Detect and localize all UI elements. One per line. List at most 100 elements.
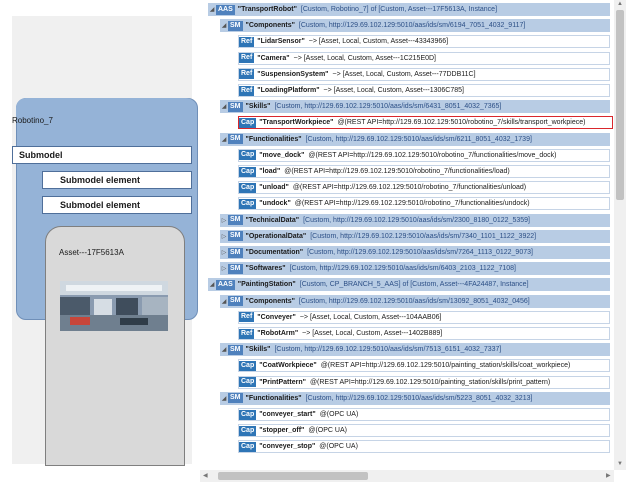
reference-row[interactable]: Ref "Conveyer" ~> [Asset, Local, Custom, A…	[238, 310, 610, 324]
reference-row[interactable]: Ref "LoadingPlatform" ~> [Asset, Local, Cu…	[238, 84, 610, 97]
element-name: "SuspensionSystem"	[257, 70, 329, 78]
ref-badge: Ref	[239, 36, 255, 47]
aas-tree-view[interactable]: ◢ AAS "TransportRobot" [Custom, Robotino_7]…	[200, 0, 614, 468]
element-name: "LidarSensor"	[257, 38, 305, 46]
element-name: "Skills"	[245, 346, 271, 354]
asset-label: Asset---17F5613A	[59, 248, 124, 257]
collapse-arrow-icon[interactable]: ◢	[220, 298, 228, 305]
expand-arrow-icon[interactable]: ▷	[220, 233, 228, 240]
collapse-arrow-icon[interactable]: ◢	[208, 281, 216, 288]
expand-arrow-icon[interactable]: ▷	[220, 249, 228, 256]
collapse-arrow-icon[interactable]: ◢	[220, 395, 228, 402]
capability-row[interactable]: Cap "stopper_off" @(OPC UA)	[238, 424, 610, 438]
capability-row[interactable]: Cap "CoatWorkpiece" @(REST API=http://129.…	[238, 359, 610, 373]
ref-badge: Ref	[239, 53, 255, 64]
reference-row[interactable]: Ref "Camera" ~> [Asset, Local, Custom, Ass…	[238, 51, 610, 65]
submodel-row[interactable]: ◢ SM "Functionalities" [Custom, http://129.…	[220, 132, 610, 146]
expand-arrow-icon[interactable]: ▷	[220, 265, 228, 272]
asset-photo	[60, 281, 168, 331]
cap-badge: Cap	[239, 377, 257, 388]
submodel-row[interactable]: ▷ SM "OperationalData" [Custom, http://129.…	[220, 229, 610, 243]
aas-badge: AAS	[216, 279, 235, 290]
collapse-arrow-icon[interactable]: ◢	[220, 346, 228, 353]
cap-badge: Cap	[239, 117, 257, 128]
element-name: "Documentation"	[245, 249, 304, 256]
element-details: ~> [Asset, Local, Custom, Asset---1402B8…	[302, 330, 443, 337]
element-details: [Custom, http://129.69.102.129:5010/aas/…	[307, 249, 533, 256]
element-details: [Custom, http://129.69.102.129:5010/aas/…	[305, 394, 533, 402]
capability-row[interactable]: Cap "TransportWorkpiece" @(REST API=http:/…	[238, 116, 613, 130]
element-name: "conveyer_start"	[259, 411, 316, 418]
aas-label: Robotino_7	[12, 116, 53, 125]
aas-row[interactable]: ◢ AAS "TransportRobot" [Custom, Robotino_7]…	[208, 3, 610, 16]
submodel-row[interactable]: ◢ SM "Skills" [Custom, http://129.69.102.12…	[220, 100, 610, 114]
aas-schematic-panel: Robotino_7 Submodel Submodel element Sub…	[12, 16, 198, 466]
element-details: @(REST API=http://129.69.102.129:5010/ro…	[337, 119, 586, 127]
horizontal-scroll-thumb[interactable]	[218, 472, 368, 480]
submodel-element-box-1: Submodel element	[42, 171, 192, 189]
element-details: [Custom, http://129.69.102.129:5010/aas/…	[303, 216, 530, 224]
submodel-row[interactable]: ▷ SM "Documentation" [Custom, http://129.69…	[220, 246, 610, 259]
reference-row[interactable]: Ref "RobotArm" ~> [Asset, Local, Custom, A…	[238, 327, 610, 340]
element-details: @(OPC UA)	[319, 411, 359, 418]
element-name: "TechnicalData"	[245, 216, 300, 224]
element-name: "CoatWorkpiece"	[259, 362, 317, 370]
collapse-arrow-icon[interactable]: ◢	[220, 22, 228, 29]
element-details: @(REST API=http://129.69.102.129:5010/ro…	[308, 151, 557, 159]
element-details: ~> [Asset, Local, Custom, Asset---1306C7…	[323, 87, 464, 94]
capability-row[interactable]: Cap "move_dock" @(REST API=http://129.69.1…	[238, 148, 610, 162]
reference-row[interactable]: Ref "SuspensionSystem" ~> [Asset, Local, C…	[238, 67, 610, 81]
cap-badge: Cap	[239, 409, 257, 420]
capability-row[interactable]: Cap "unload" @(REST API=http://129.69.102.…	[238, 181, 610, 195]
vertical-scroll-thumb[interactable]	[616, 10, 624, 200]
submodel-row[interactable]: ▷ SM "TechnicalData" [Custom, http://129.69…	[220, 213, 610, 227]
scroll-left-arrow-icon[interactable]: ◀	[203, 472, 208, 479]
sm-badge: SM	[228, 393, 243, 404]
element-details: [Custom, http://129.69.102.129:5010/aas/…	[305, 135, 532, 143]
element-name: "stopper_off"	[259, 427, 305, 435]
submodel-row[interactable]: ◢ SM "Components" [Custom, http://129.69.10…	[220, 294, 610, 308]
capability-row[interactable]: Cap "conveyer_stop" @(OPC UA)	[238, 440, 610, 454]
collapse-arrow-icon[interactable]: ◢	[208, 6, 216, 13]
element-name: "conveyer_stop"	[259, 443, 316, 451]
element-details: @(REST API=http://129.69.102.129:5010/ro…	[294, 200, 530, 208]
collapse-arrow-icon[interactable]: ◢	[220, 103, 228, 110]
capability-row[interactable]: Cap "conveyer_start" @(OPC UA)	[238, 408, 610, 421]
capability-row[interactable]: Cap "PrintPattern" @(REST API=http://129.6…	[238, 375, 610, 389]
asset-shape	[45, 226, 185, 466]
scroll-down-arrow-icon[interactable]: ▼	[617, 461, 623, 467]
sm-badge: SM	[228, 296, 243, 307]
cap-badge: Cap	[239, 182, 257, 193]
element-name: "PaintingStation"	[237, 281, 296, 289]
sm-badge: SM	[228, 215, 243, 226]
element-name: "TransportWorkpiece"	[259, 119, 334, 127]
submodel-row[interactable]: ◢ SM "Components" [Custom, http://129.69.10…	[220, 19, 610, 33]
capability-row[interactable]: Cap "load" @(REST API=http://129.69.102.12…	[238, 165, 610, 178]
sm-badge: SM	[228, 263, 243, 274]
capability-row[interactable]: Cap "undock" @(REST API=http://129.69.102.…	[238, 197, 610, 211]
submodel-row[interactable]: ◢ SM "Skills" [Custom, http://129.69.102.12…	[220, 343, 610, 357]
collapse-arrow-icon[interactable]: ◢	[220, 136, 228, 143]
element-details: @(OPC UA)	[319, 443, 358, 451]
expand-arrow-icon[interactable]: ▷	[220, 217, 228, 224]
aas-row[interactable]: ◢ AAS "PaintingStation" [Custom, CP_BRANCH_…	[208, 278, 610, 292]
element-name: "Functionalities"	[245, 394, 302, 402]
submodel-row[interactable]: ▷ SM "Softwares" [Custom, http://129.69.102…	[220, 262, 610, 276]
ref-badge: Ref	[239, 85, 255, 96]
sm-badge: SM	[228, 231, 243, 242]
sm-badge: SM	[228, 101, 243, 112]
element-name: "move_dock"	[259, 151, 305, 159]
cap-badge: Cap	[239, 360, 257, 371]
element-name: "LoadingPlatform"	[257, 87, 320, 94]
element-name: "Skills"	[245, 103, 271, 111]
scroll-up-arrow-icon[interactable]: ▲	[617, 1, 623, 7]
element-details: @(OPC UA)	[308, 427, 347, 435]
submodel-box: Submodel	[12, 146, 192, 164]
element-name: "Conveyer"	[257, 313, 296, 321]
reference-row[interactable]: Ref "LidarSensor" ~> [Asset, Local, Custom…	[238, 35, 610, 49]
submodel-row[interactable]: ◢ SM "Functionalities" [Custom, http://129.…	[220, 391, 610, 405]
scroll-right-arrow-icon[interactable]: ▶	[606, 472, 611, 479]
sm-badge: SM	[228, 247, 243, 258]
sm-badge: SM	[228, 134, 243, 145]
element-details: ~> [Asset, Local, Custom, Asset---77DDB1…	[332, 70, 476, 78]
